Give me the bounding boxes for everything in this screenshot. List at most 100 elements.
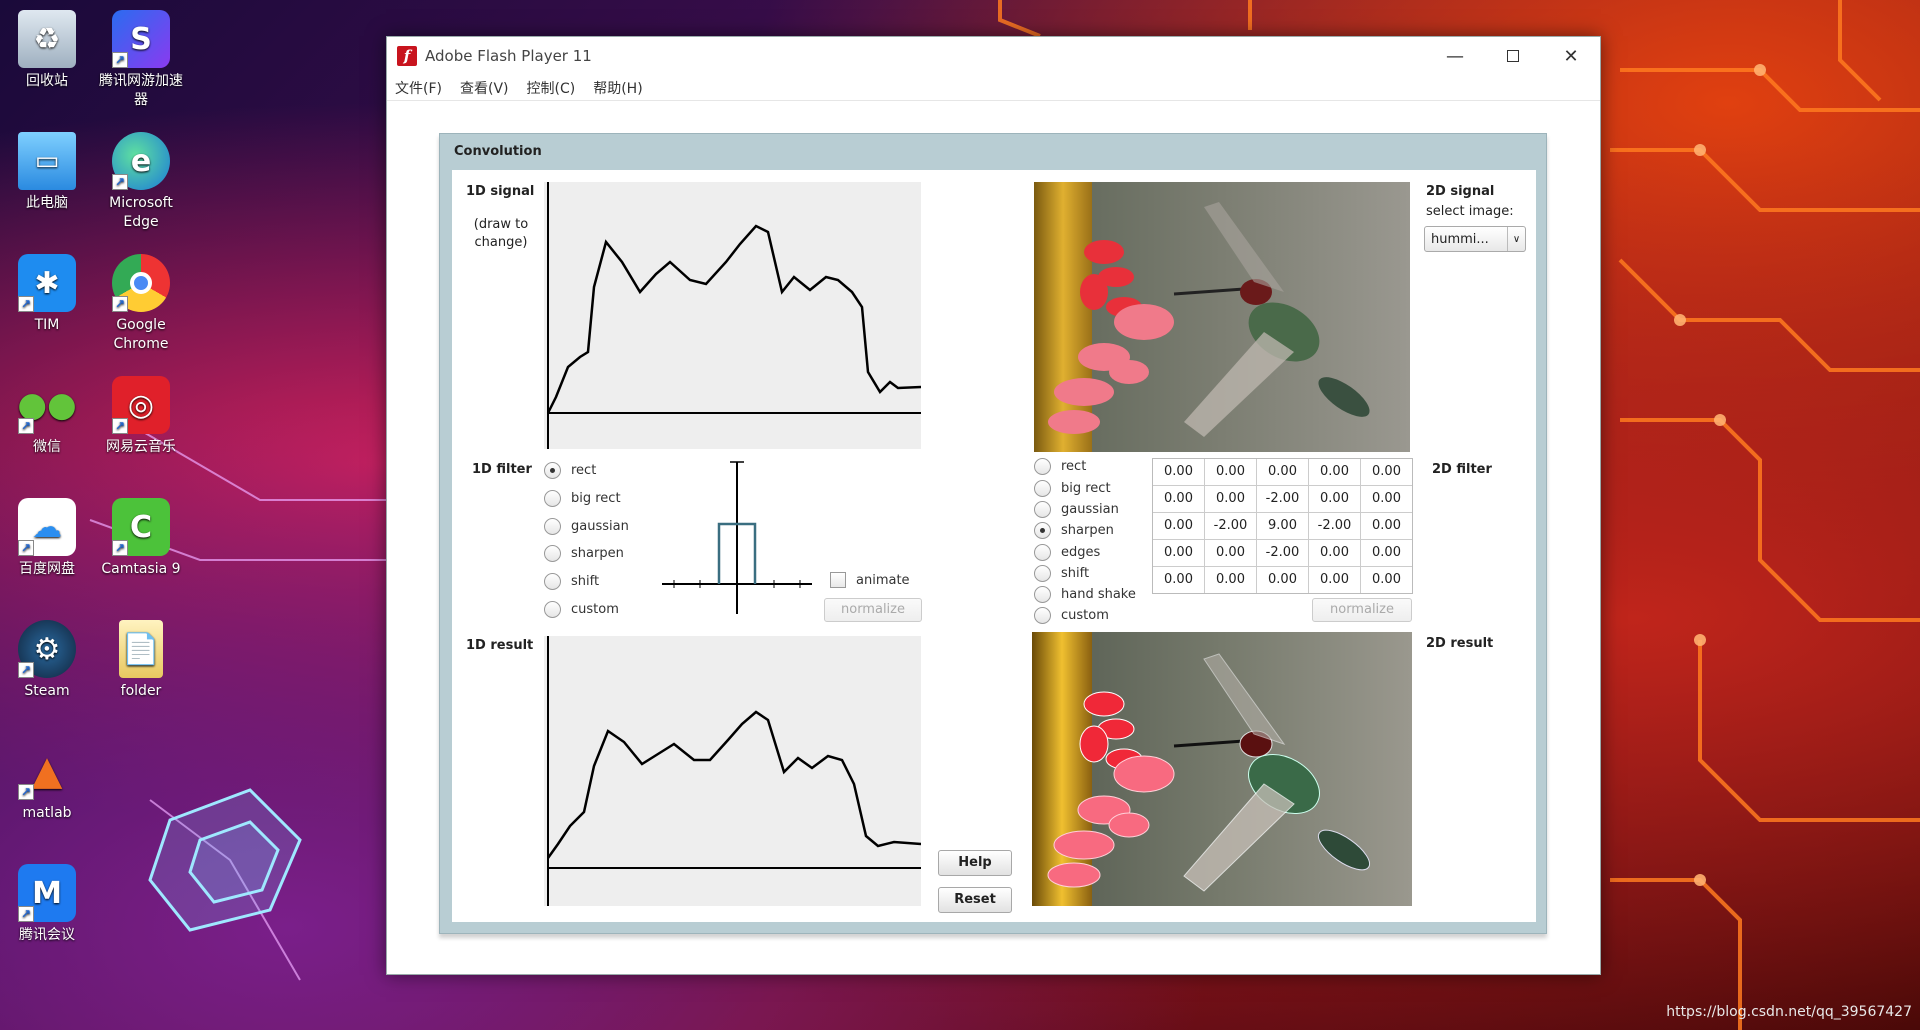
signal-1d-plot[interactable]	[544, 182, 921, 449]
normalize-2d-button[interactable]: normalize	[1312, 598, 1412, 622]
matrix-cell[interactable]: 0.00	[1309, 540, 1360, 566]
desktop-icon-chrome[interactable]: ↗ Google Chrome	[94, 254, 188, 354]
desktop-icon-tim[interactable]: ✱ ↗ TIM	[0, 254, 94, 335]
desktop-icon-netease-music[interactable]: ◎ ↗ 网易云音乐	[94, 376, 188, 457]
matlab-icon: ▲ ↗	[18, 742, 76, 800]
matrix-cell[interactable]: -2.00	[1309, 513, 1360, 539]
flash-content: Convolution 1D signal (draw to change) 1…	[387, 101, 1600, 974]
filter-1d-option-rect[interactable]: rect	[544, 462, 596, 479]
radio-icon	[1034, 480, 1051, 497]
radio-icon	[1034, 586, 1051, 603]
radio-icon	[544, 518, 561, 535]
signal-2d-image	[1034, 182, 1410, 452]
minimize-icon: —	[1446, 45, 1464, 67]
filter-2d-matrix: 0.00 0.00 0.00 0.00 0.00 0.00 0.00 -2.00…	[1152, 458, 1413, 594]
filter-2d-option-gaussian[interactable]: gaussian	[1034, 501, 1119, 518]
animate-checkbox[interactable]: animate	[830, 572, 910, 588]
filter-2d-option-hand-shake[interactable]: hand shake	[1034, 586, 1136, 603]
filter-2d-option-big-rect[interactable]: big rect	[1034, 480, 1111, 497]
window-title: Adobe Flash Player 11	[425, 47, 592, 65]
matrix-cell[interactable]: 0.00	[1205, 459, 1256, 485]
shortcut-arrow-icon: ↗	[18, 784, 34, 800]
filter-2d-option-shift[interactable]: shift	[1034, 565, 1089, 582]
matrix-cell[interactable]: -2.00	[1257, 486, 1308, 512]
window-controls: — ✕	[1426, 37, 1600, 75]
desktop-icon-edge[interactable]: e ↗ Microsoft Edge	[94, 132, 188, 232]
matrix-cell[interactable]: 0.00	[1309, 459, 1360, 485]
matrix-cell[interactable]: 0.00	[1205, 540, 1256, 566]
filter-1d-option-shift[interactable]: shift	[544, 573, 599, 590]
maximize-button[interactable]	[1484, 37, 1542, 75]
radio-selected-icon	[1034, 522, 1051, 539]
matrix-cell[interactable]: 0.00	[1361, 513, 1412, 539]
matrix-cell[interactable]: 0.00	[1257, 567, 1308, 593]
matrix-cell[interactable]: -2.00	[1205, 513, 1256, 539]
matrix-cell[interactable]: 0.00	[1153, 513, 1204, 539]
desktop-icon-steam[interactable]: ⚙ ↗ Steam	[0, 620, 94, 701]
radio-icon	[544, 601, 561, 618]
signal-1d-label: 1D signal	[466, 184, 535, 199]
shortcut-arrow-icon: ↗	[112, 52, 128, 68]
matrix-cell[interactable]: 0.00	[1153, 486, 1204, 512]
matrix-cell[interactable]: -2.00	[1257, 540, 1308, 566]
desktop-icon-baidu-netdisk[interactable]: ☁ ↗ 百度网盘	[0, 498, 94, 579]
filter-1d-kernel-plot[interactable]	[662, 458, 812, 614]
matrix-cell[interactable]: 0.00	[1361, 459, 1412, 485]
filter-1d-option-custom[interactable]: custom	[544, 601, 619, 618]
matrix-cell[interactable]: 0.00	[1309, 486, 1360, 512]
signal-1d-curve	[546, 182, 921, 449]
radio-icon	[544, 545, 561, 562]
matrix-cell[interactable]: 0.00	[1361, 540, 1412, 566]
menu-control[interactable]: 控制(C)	[527, 78, 576, 98]
desktop-icon-computer[interactable]: ▭ 此电脑	[0, 132, 94, 213]
matrix-cell[interactable]: 0.00	[1205, 567, 1256, 593]
matrix-cell[interactable]: 0.00	[1361, 567, 1412, 593]
netease-music-icon: ◎ ↗	[112, 376, 170, 434]
reset-button[interactable]: Reset	[938, 887, 1012, 913]
help-button[interactable]: Help	[938, 850, 1012, 876]
tim-icon: ✱ ↗	[18, 254, 76, 312]
desktop-icon-recycle-bin[interactable]: ♻ 回收站	[0, 10, 94, 91]
filter-1d-option-sharpen[interactable]: sharpen	[544, 545, 624, 562]
filter-2d-option-sharpen[interactable]: sharpen	[1034, 522, 1114, 539]
matrix-cell[interactable]: 0.00	[1257, 459, 1308, 485]
menu-help[interactable]: 帮助(H)	[593, 78, 642, 98]
filter-1d-option-big-rect[interactable]: big rect	[544, 490, 621, 507]
baidu-netdisk-icon: ☁ ↗	[18, 498, 76, 556]
image-select[interactable]: hummi... ∨	[1424, 226, 1526, 252]
filter-2d-option-edges[interactable]: edges	[1034, 544, 1100, 561]
desktop-icon-camtasia[interactable]: C ↗ Camtasia 9	[94, 498, 188, 579]
menu-view[interactable]: 查看(V)	[460, 78, 509, 98]
close-button[interactable]: ✕	[1542, 37, 1600, 75]
select-image-label: select image:	[1426, 204, 1514, 219]
minimize-button[interactable]: —	[1426, 37, 1484, 75]
matrix-cell[interactable]: 0.00	[1205, 486, 1256, 512]
desktop-icon-game-accelerator[interactable]: S ↗ 腾讯网游加速器	[94, 10, 188, 110]
desktop-icon-tencent-meeting[interactable]: M ↗ 腾讯会议	[0, 864, 94, 945]
matrix-cell[interactable]: 0.00	[1153, 459, 1204, 485]
panel-inner: 1D signal (draw to change) 1D filter rec…	[452, 170, 1536, 922]
desktop-icon-wechat[interactable]: ●● ↗ 微信	[0, 376, 94, 457]
radio-icon	[1034, 565, 1051, 582]
signal-2d-label: 2D signal	[1426, 184, 1495, 199]
desktop-icon-folder[interactable]: 📄 folder	[94, 620, 188, 701]
shortcut-arrow-icon: ↗	[112, 540, 128, 556]
computer-icon: ▭	[18, 132, 76, 190]
flash-logo-icon: f	[397, 46, 417, 66]
matrix-cell[interactable]: 9.00	[1257, 513, 1308, 539]
filter-1d-option-gaussian[interactable]: gaussian	[544, 518, 629, 535]
menu-file[interactable]: 文件(F)	[395, 78, 442, 98]
checkbox-icon	[830, 572, 846, 588]
edge-icon: e ↗	[112, 132, 170, 190]
radio-selected-icon	[544, 462, 561, 479]
matrix-cell[interactable]: 0.00	[1153, 567, 1204, 593]
matrix-cell[interactable]: 0.00	[1361, 486, 1412, 512]
result-1d-label: 1D result	[466, 638, 534, 653]
title-bar: f Adobe Flash Player 11 — ✕	[387, 37, 1600, 75]
normalize-1d-button[interactable]: normalize	[824, 598, 922, 622]
filter-2d-option-rect[interactable]: rect	[1034, 458, 1086, 475]
filter-2d-option-custom[interactable]: custom	[1034, 607, 1109, 624]
matrix-cell[interactable]: 0.00	[1309, 567, 1360, 593]
matrix-cell[interactable]: 0.00	[1153, 540, 1204, 566]
desktop-icon-matlab[interactable]: ▲ ↗ matlab	[0, 742, 94, 823]
